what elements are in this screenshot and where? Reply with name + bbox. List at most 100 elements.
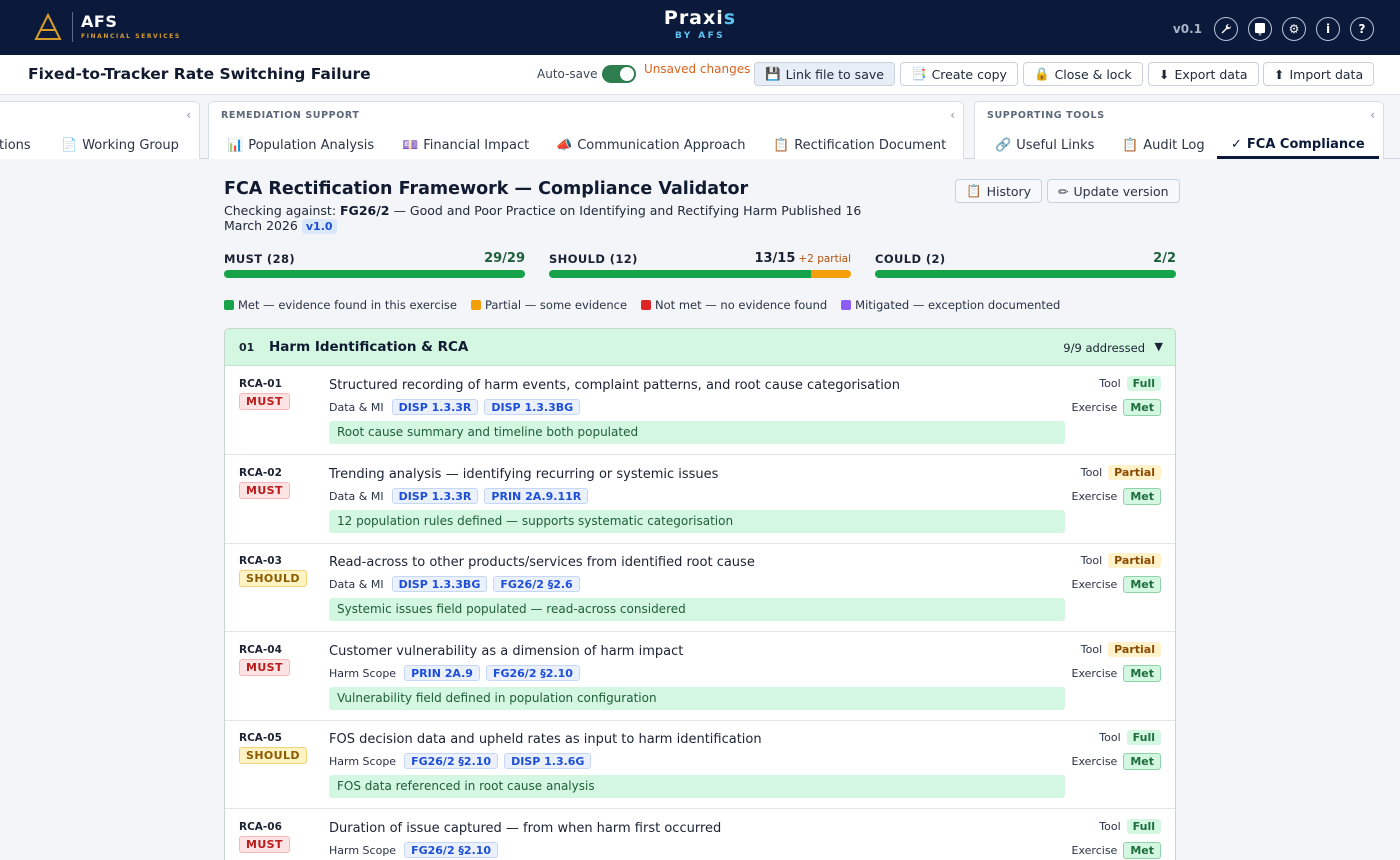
legend-partial: Partial — some evidence [470,298,627,312]
exercise-status-badge[interactable]: Met [1123,399,1161,416]
exercise-label: Exercise [1071,578,1118,591]
tool-status-badge: Partial [1108,465,1161,480]
autosave-toggle[interactable] [602,65,636,83]
exercise-status: Exercise Met [1072,576,1161,593]
banknote-icon: 💷 [402,138,419,153]
progress-bar [549,270,851,278]
regulation-ref[interactable]: FG26/2 §2.10 [404,753,499,769]
progress-count: 29/29 [484,251,525,266]
brand-logo-group[interactable]: AFS FINANCIAL SERVICES [34,12,181,42]
export-data-button[interactable]: ⬇ Export data [1148,62,1259,86]
table-row: RCA-01 MUST Structured recording of harm… [225,366,1175,455]
section-header[interactable]: 01 Harm Identification & RCA 9/9 address… [225,329,1175,366]
tool-status: Tool Full [1099,819,1161,834]
import-data-button[interactable]: ⬆ Import data [1263,62,1375,86]
tool-label: Tool [1080,554,1103,567]
regulation-ref[interactable]: DISP 1.3.3BG [391,576,488,592]
collapse-chevron-icon[interactable]: ‹ [186,108,191,122]
exercise-status: Exercise Met [1072,399,1161,416]
top-actions: v0.1 + ⚙ i ? [1173,17,1374,41]
requirement-text: Duration of issue captured — from when h… [329,821,722,836]
svg-text:+: + [1257,31,1262,36]
progress-count: 2/2 [1153,251,1176,266]
regulation-ref[interactable]: DISP 1.3.3R [391,488,479,504]
tab-communication-approach[interactable]: 📣 Communication Approach [550,132,752,159]
regulation-ref[interactable]: DISP 1.3.6G [504,753,592,769]
link-file-button[interactable]: 💾 Link file to save [754,62,895,86]
exercise-status-badge[interactable]: Met [1123,488,1161,505]
gear-icon[interactable]: ⚙ [1282,17,1306,41]
tool-status-badge: Full [1126,730,1161,745]
exercise-status-badge[interactable]: Met [1123,753,1161,770]
regulation-ref[interactable]: PRIN 2A.9.11R [484,488,589,504]
legend-mitigated: Mitigated — exception documented [841,298,1060,312]
tool-status: Tool Full [1099,730,1161,745]
help-icon[interactable]: ? [1350,17,1374,41]
tab-population-analysis[interactable]: 📊 Population Analysis [221,132,380,159]
tab-actions[interactable]: tions [0,132,37,159]
tab-audit-log[interactable]: 📋 Audit Log [1116,132,1211,159]
upload-arrow-icon: ⬆ [1274,66,1285,82]
progress-label: MUST (28) [224,252,296,266]
update-version-button[interactable]: ✏ Update version [1047,179,1180,203]
regulation-ref[interactable]: FG26/2 §2.10 [404,842,499,858]
clipboard-plus-icon[interactable]: + [1248,17,1272,41]
checking-against-text: Checking against: FG26/2 — Good and Poor… [224,203,862,234]
exercise-label: Exercise [1071,844,1118,857]
app-version: v0.1 [1172,22,1202,36]
progress-fill [549,270,811,278]
table-row: RCA-05 SHOULD FOS decision data and uphe… [225,720,1175,809]
exercise-status-badge[interactable]: Met [1123,576,1161,593]
floppy-disk-icon: 💾 [765,66,781,81]
close-lock-button[interactable]: 🔒 Close & lock [1023,62,1143,86]
tool-status-badge: Partial [1108,642,1161,657]
tool-label: Tool [1099,820,1121,833]
regulation-ref[interactable]: PRIN 2A.9 [404,665,480,681]
tab-financial-impact[interactable]: 💷 Financial Impact [396,132,535,159]
brand-name: AFS [81,12,118,31]
regulation-ref[interactable]: DISP 1.3.3R [391,399,479,415]
partial-count: +2 partial [798,253,851,265]
unsaved-changes-status: Unsaved changes [644,62,751,76]
document-titlebar: Fixed-to-Tracker Rate Switching Failure … [0,55,1400,95]
tab-working-group[interactable]: 📄 Working Group [55,132,185,159]
evidence-note: Root cause summary and timeline both pop… [329,421,1065,444]
clipboard-icon: 📋 [773,138,790,153]
tab-group-supporting-tools: SUPPORTING TOOLS ‹ 🔗 Useful Links 📋 Audit … [974,101,1384,159]
legend-not-met: Not met — no evidence found [641,298,827,312]
exercise-status: Exercise Met [1072,488,1161,505]
tool-label: Tool [1099,731,1121,744]
lock-icon: 🔒 [1034,66,1050,81]
info-icon[interactable]: i [1316,17,1340,41]
regulation-ref[interactable]: DISP 1.3.3BG [484,399,581,415]
exercise-status-badge[interactable]: Met [1123,665,1161,682]
wrench-icon[interactable] [1214,17,1238,41]
history-button[interactable]: 📋 History [955,179,1043,203]
tab-fca-compliance[interactable]: ✓ FCA Compliance [1217,132,1379,159]
top-navbar: AFS FINANCIAL SERVICES Praxis BY AFS v0.… [0,0,1400,55]
link-icon: 🔗 [995,138,1012,153]
requirement-id: RCA-05 [239,732,282,744]
exercise-status-badge[interactable]: Met [1123,842,1161,859]
priority-badge: MUST [239,836,290,853]
priority-badge: SHOULD [239,747,307,764]
product-name: Praxi [663,7,724,29]
exercise-label: Exercise [1071,401,1118,414]
collapse-chevron-icon[interactable]: ‹ [950,108,955,122]
tab-useful-links[interactable]: 🔗 Useful Links [989,132,1100,159]
expand-caret-icon[interactable]: ▼ [1155,340,1163,353]
regulation-ref[interactable]: FG26/2 §2.6 [493,576,580,592]
collapse-chevron-icon[interactable]: ‹ [1370,108,1375,122]
requirement-category: Harm Scope [329,666,397,680]
group-label: SUPPORTING TOOLS [987,110,1105,121]
regulation-ref[interactable]: FG26/2 §2.10 [485,665,580,681]
tool-status: Tool Partial [1081,553,1161,568]
tool-status-badge: Full [1126,819,1161,834]
create-copy-button[interactable]: 📑 Create copy [900,62,1018,86]
status-legend: Met — evidence found in this exercise Pa… [224,298,1060,312]
module-tabstrip: ‹ tions 📄 Working Group REMEDIATION SUPPO… [0,95,1400,159]
requirement-id: RCA-03 [239,555,282,567]
tab-rectification-document[interactable]: 📋 Rectification Document [767,132,952,159]
requirement-meta: Data & MI DISP 1.3.3R DISP 1.3.3BG [329,399,581,415]
exercise-status: Exercise Met [1072,842,1161,859]
